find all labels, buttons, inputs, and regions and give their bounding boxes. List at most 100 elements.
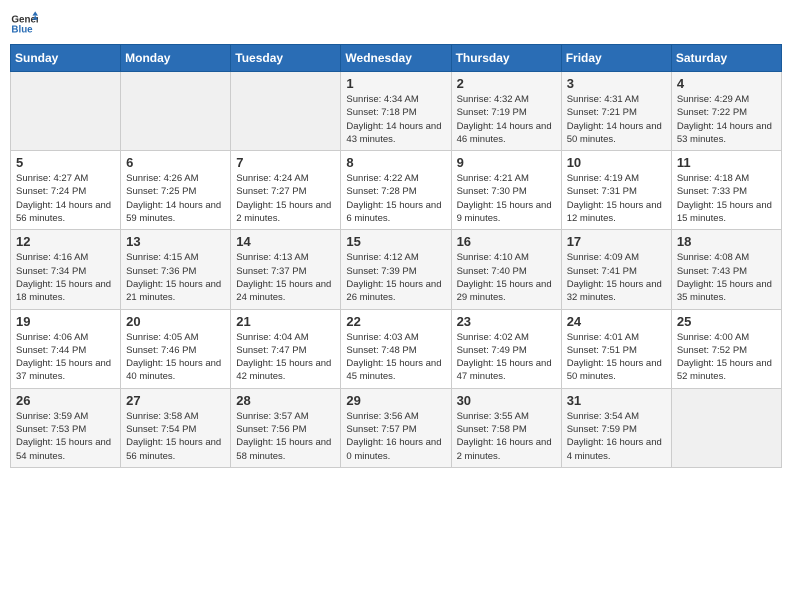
calendar-cell: 10 Sunrise: 4:19 AMSunset: 7:31 PMDayligh… xyxy=(561,151,671,230)
day-number: 15 xyxy=(346,234,445,249)
day-info: Sunrise: 4:21 AMSunset: 7:30 PMDaylight:… xyxy=(457,172,556,225)
calendar-cell: 26 Sunrise: 3:59 AMSunset: 7:53 PMDayligh… xyxy=(11,388,121,467)
day-info: Sunrise: 3:57 AMSunset: 7:56 PMDaylight:… xyxy=(236,410,335,463)
calendar-table: SundayMondayTuesdayWednesdayThursdayFrid… xyxy=(10,44,782,468)
day-info: Sunrise: 4:05 AMSunset: 7:46 PMDaylight:… xyxy=(126,331,225,384)
weekday-header-row: SundayMondayTuesdayWednesdayThursdayFrid… xyxy=(11,45,782,72)
weekday-wednesday: Wednesday xyxy=(341,45,451,72)
week-row-4: 19 Sunrise: 4:06 AMSunset: 7:44 PMDayligh… xyxy=(11,309,782,388)
day-number: 26 xyxy=(16,393,115,408)
day-number: 2 xyxy=(457,76,556,91)
day-info: Sunrise: 4:19 AMSunset: 7:31 PMDaylight:… xyxy=(567,172,666,225)
day-number: 4 xyxy=(677,76,776,91)
calendar-cell: 1Sunrise: 4:34 AMSunset: 7:18 PMDaylight… xyxy=(341,72,451,151)
calendar-cell: 25 Sunrise: 4:00 AMSunset: 7:52 PMDayligh… xyxy=(671,309,781,388)
day-number: 9 xyxy=(457,155,556,170)
calendar-cell xyxy=(231,72,341,151)
week-row-3: 12 Sunrise: 4:16 AMSunset: 7:34 PMDayligh… xyxy=(11,230,782,309)
weekday-tuesday: Tuesday xyxy=(231,45,341,72)
day-number: 21 xyxy=(236,314,335,329)
weekday-sunday: Sunday xyxy=(11,45,121,72)
day-number: 30 xyxy=(457,393,556,408)
calendar-cell: 9 Sunrise: 4:21 AMSunset: 7:30 PMDaylight… xyxy=(451,151,561,230)
weekday-thursday: Thursday xyxy=(451,45,561,72)
calendar-cell: 22 Sunrise: 4:03 AMSunset: 7:48 PMDayligh… xyxy=(341,309,451,388)
day-number: 6 xyxy=(126,155,225,170)
day-info: Sunrise: 4:27 AMSunset: 7:24 PMDaylight:… xyxy=(16,172,115,225)
day-info: Sunrise: 4:03 AMSunset: 7:48 PMDaylight:… xyxy=(346,331,445,384)
day-number: 5 xyxy=(16,155,115,170)
calendar-cell: 2 Sunrise: 4:32 AMSunset: 7:19 PMDaylight… xyxy=(451,72,561,151)
week-row-5: 26 Sunrise: 3:59 AMSunset: 7:53 PMDayligh… xyxy=(11,388,782,467)
calendar-cell: 4 Sunrise: 4:29 AMSunset: 7:22 PMDaylight… xyxy=(671,72,781,151)
weekday-saturday: Saturday xyxy=(671,45,781,72)
day-info: Sunrise: 3:56 AMSunset: 7:57 PMDaylight:… xyxy=(346,410,445,463)
svg-text:Blue: Blue xyxy=(11,24,33,35)
day-number: 25 xyxy=(677,314,776,329)
day-info: Sunrise: 4:01 AMSunset: 7:51 PMDaylight:… xyxy=(567,331,666,384)
day-info: Sunrise: 4:31 AMSunset: 7:21 PMDaylight:… xyxy=(567,93,666,146)
day-info: Sunrise: 4:10 AMSunset: 7:40 PMDaylight:… xyxy=(457,251,556,304)
calendar-cell: 18 Sunrise: 4:08 AMSunset: 7:43 PMDayligh… xyxy=(671,230,781,309)
day-info: Sunrise: 4:29 AMSunset: 7:22 PMDaylight:… xyxy=(677,93,776,146)
week-row-2: 5 Sunrise: 4:27 AMSunset: 7:24 PMDaylight… xyxy=(11,151,782,230)
day-info: Sunrise: 4:12 AMSunset: 7:39 PMDaylight:… xyxy=(346,251,445,304)
day-info: Sunrise: 4:18 AMSunset: 7:33 PMDaylight:… xyxy=(677,172,776,225)
calendar-cell: 23Sunrise: 4:02 AMSunset: 7:49 PMDayligh… xyxy=(451,309,561,388)
day-info: Sunrise: 4:32 AMSunset: 7:19 PMDaylight:… xyxy=(457,93,556,146)
calendar-cell: 11 Sunrise: 4:18 AMSunset: 7:33 PMDayligh… xyxy=(671,151,781,230)
calendar-cell: 17 Sunrise: 4:09 AMSunset: 7:41 PMDayligh… xyxy=(561,230,671,309)
day-info: Sunrise: 4:16 AMSunset: 7:34 PMDaylight:… xyxy=(16,251,115,304)
day-number: 17 xyxy=(567,234,666,249)
calendar-cell xyxy=(11,72,121,151)
day-info: Sunrise: 3:59 AMSunset: 7:53 PMDaylight:… xyxy=(16,410,115,463)
day-info: Sunrise: 3:58 AMSunset: 7:54 PMDaylight:… xyxy=(126,410,225,463)
logo: General Blue xyxy=(10,10,38,38)
calendar-cell: 29 Sunrise: 3:56 AMSunset: 7:57 PMDayligh… xyxy=(341,388,451,467)
day-info: Sunrise: 4:02 AMSunset: 7:49 PMDaylight:… xyxy=(457,331,556,384)
day-info: Sunrise: 3:54 AMSunset: 7:59 PMDaylight:… xyxy=(567,410,666,463)
day-info: Sunrise: 4:06 AMSunset: 7:44 PMDaylight:… xyxy=(16,331,115,384)
day-info: Sunrise: 4:13 AMSunset: 7:37 PMDaylight:… xyxy=(236,251,335,304)
calendar-cell: 7Sunrise: 4:24 AMSunset: 7:27 PMDaylight… xyxy=(231,151,341,230)
day-number: 12 xyxy=(16,234,115,249)
day-info: Sunrise: 4:08 AMSunset: 7:43 PMDaylight:… xyxy=(677,251,776,304)
day-info: Sunrise: 4:09 AMSunset: 7:41 PMDaylight:… xyxy=(567,251,666,304)
day-number: 27 xyxy=(126,393,225,408)
week-row-1: 1Sunrise: 4:34 AMSunset: 7:18 PMDaylight… xyxy=(11,72,782,151)
calendar-cell: 14Sunrise: 4:13 AMSunset: 7:37 PMDayligh… xyxy=(231,230,341,309)
calendar-cell: 8Sunrise: 4:22 AMSunset: 7:28 PMDaylight… xyxy=(341,151,451,230)
calendar-cell: 24Sunrise: 4:01 AMSunset: 7:51 PMDayligh… xyxy=(561,309,671,388)
day-number: 10 xyxy=(567,155,666,170)
day-number: 16 xyxy=(457,234,556,249)
day-info: Sunrise: 4:00 AMSunset: 7:52 PMDaylight:… xyxy=(677,331,776,384)
logo-icon: General Blue xyxy=(10,10,38,38)
day-number: 11 xyxy=(677,155,776,170)
day-number: 3 xyxy=(567,76,666,91)
weekday-monday: Monday xyxy=(121,45,231,72)
day-info: Sunrise: 4:04 AMSunset: 7:47 PMDaylight:… xyxy=(236,331,335,384)
calendar-cell: 20 Sunrise: 4:05 AMSunset: 7:46 PMDayligh… xyxy=(121,309,231,388)
day-number: 13 xyxy=(126,234,225,249)
day-info: Sunrise: 4:26 AMSunset: 7:25 PMDaylight:… xyxy=(126,172,225,225)
calendar-cell: 31Sunrise: 3:54 AMSunset: 7:59 PMDayligh… xyxy=(561,388,671,467)
weekday-friday: Friday xyxy=(561,45,671,72)
day-info: Sunrise: 4:34 AMSunset: 7:18 PMDaylight:… xyxy=(346,93,445,146)
day-number: 19 xyxy=(16,314,115,329)
calendar-cell: 6 Sunrise: 4:26 AMSunset: 7:25 PMDaylight… xyxy=(121,151,231,230)
day-number: 18 xyxy=(677,234,776,249)
day-number: 22 xyxy=(346,314,445,329)
day-number: 29 xyxy=(346,393,445,408)
day-number: 20 xyxy=(126,314,225,329)
calendar-cell: 13 Sunrise: 4:15 AMSunset: 7:36 PMDayligh… xyxy=(121,230,231,309)
calendar-cell: 28Sunrise: 3:57 AMSunset: 7:56 PMDayligh… xyxy=(231,388,341,467)
day-number: 8 xyxy=(346,155,445,170)
calendar-cell: 3 Sunrise: 4:31 AMSunset: 7:21 PMDaylight… xyxy=(561,72,671,151)
calendar-cell xyxy=(121,72,231,151)
calendar-cell xyxy=(671,388,781,467)
day-info: Sunrise: 4:15 AMSunset: 7:36 PMDaylight:… xyxy=(126,251,225,304)
calendar-cell: 16 Sunrise: 4:10 AMSunset: 7:40 PMDayligh… xyxy=(451,230,561,309)
day-info: Sunrise: 3:55 AMSunset: 7:58 PMDaylight:… xyxy=(457,410,556,463)
calendar-cell: 5 Sunrise: 4:27 AMSunset: 7:24 PMDaylight… xyxy=(11,151,121,230)
calendar-cell: 12 Sunrise: 4:16 AMSunset: 7:34 PMDayligh… xyxy=(11,230,121,309)
